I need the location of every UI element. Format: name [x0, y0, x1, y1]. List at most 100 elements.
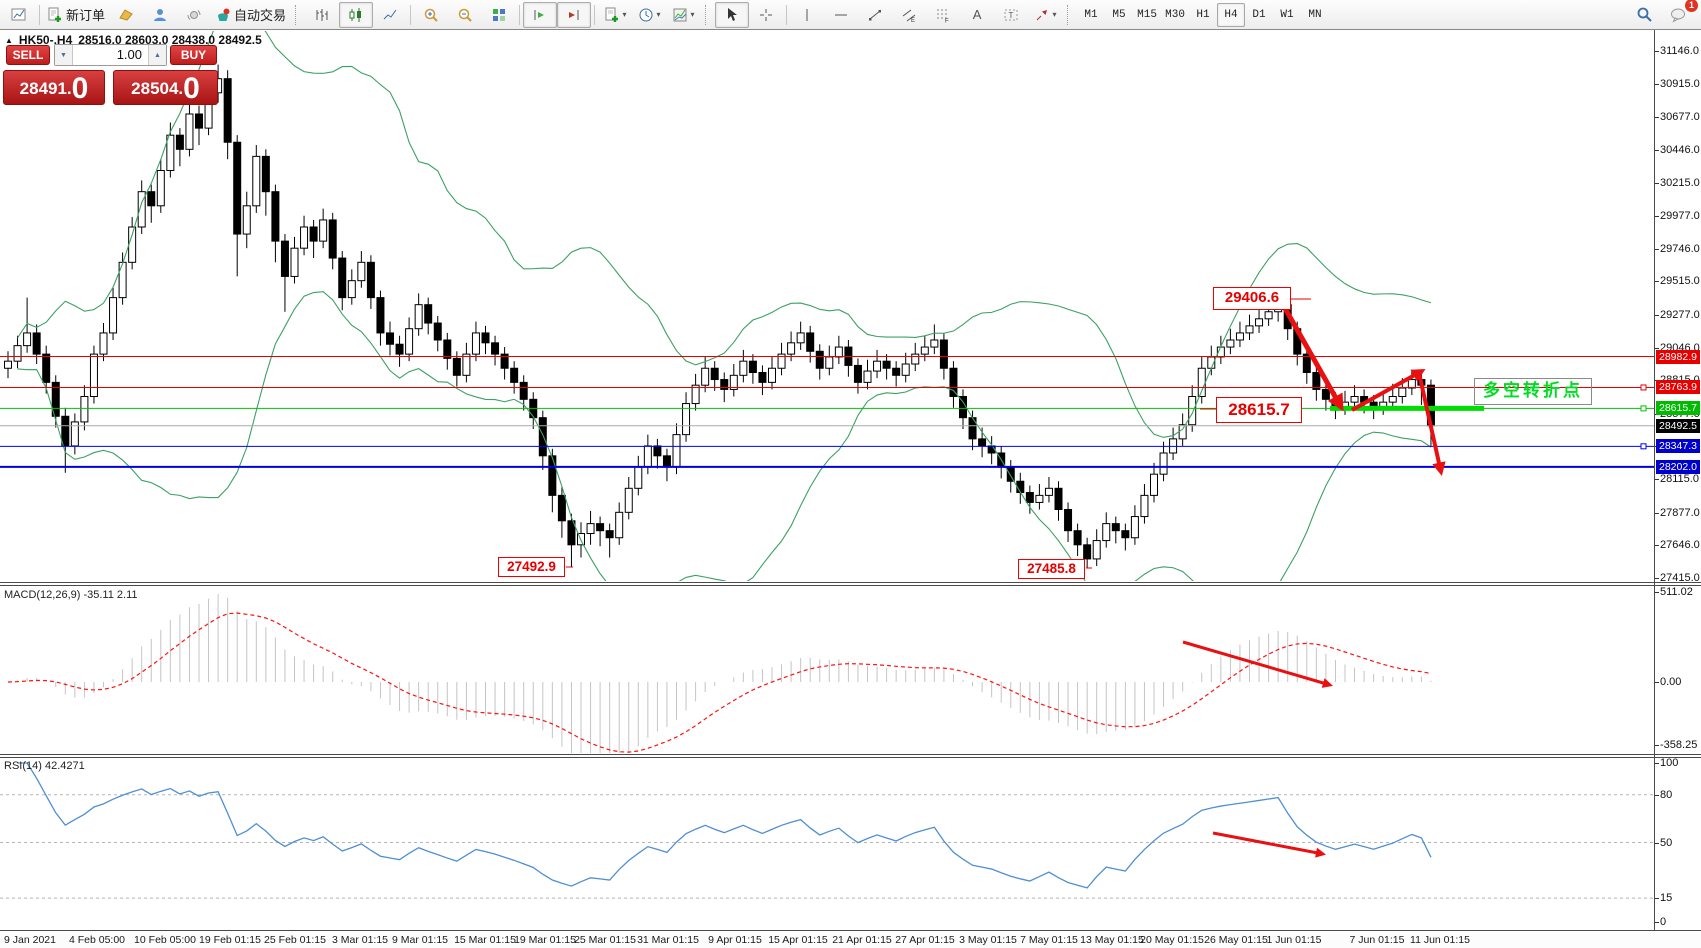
metaeditor-button[interactable]	[143, 2, 177, 28]
zoom-out-icon	[457, 7, 473, 23]
one-click-trading-panel: SELL ▼ 1.00 ▲ BUY 28491.0 28504.0	[3, 44, 218, 106]
macd-indicator-label: MACD(12,26,9) -35.11 2.11	[4, 589, 138, 601]
time-axis-label: 13 May 01:15	[1080, 934, 1144, 946]
vertical-line-icon	[799, 7, 815, 23]
price-axis-label: 31146.0	[1660, 45, 1699, 57]
templates-button[interactable]: ▾	[666, 2, 700, 28]
editor-person-icon	[152, 7, 168, 23]
axis-tick	[1655, 898, 1659, 899]
volume-value[interactable]: 1.00	[73, 45, 148, 65]
svg-text:E: E	[911, 18, 915, 23]
axis-tick	[1655, 578, 1659, 579]
drawn-arrow[interactable]	[1213, 833, 1323, 854]
panel-separator[interactable]	[0, 582, 1701, 583]
arrows-tool-icon	[1034, 7, 1050, 23]
drawn-arrow[interactable]	[1282, 303, 1341, 407]
channel-button[interactable]: E	[892, 2, 926, 28]
timeframe-button-w1[interactable]: W1	[1273, 3, 1301, 27]
time-axis-label: 15 Apr 01:15	[768, 934, 828, 946]
trendline-button[interactable]	[858, 2, 892, 28]
drawn-arrow[interactable]	[1183, 642, 1330, 685]
price-level-badge: 28615.7	[1656, 401, 1700, 415]
chart-region[interactable]: ▲ HK50-,H4 28516.0 28603.0 28438.0 28492…	[0, 0, 1701, 948]
price-axis-label: 27415.0	[1660, 572, 1700, 584]
vertical-line-button[interactable]	[790, 2, 824, 28]
axis-tick	[1655, 745, 1659, 746]
chat-bubble-icon	[1669, 6, 1687, 23]
crosshair-button[interactable]	[749, 2, 783, 28]
timeframe-button-m1[interactable]: M1	[1077, 3, 1105, 27]
rsi-axis-label: 80	[1660, 789, 1672, 801]
chart-shift-button[interactable]	[557, 2, 591, 28]
time-axis-label: 11 Jun 01:15	[1410, 934, 1470, 946]
notifications-button[interactable]: 1	[1661, 2, 1695, 28]
new-order-button[interactable]: 新订单	[43, 2, 109, 28]
dropdown-icon: ▾	[657, 10, 661, 19]
svg-text:F: F	[945, 18, 949, 23]
search-icon	[1636, 6, 1653, 23]
timeframe-button-h4[interactable]: H4	[1217, 3, 1245, 27]
buy-button[interactable]: BUY	[170, 45, 217, 65]
text-button[interactable]: A	[960, 2, 994, 28]
crosshair-icon	[758, 7, 774, 23]
time-axis-label: 21 Apr 01:15	[832, 934, 892, 946]
rsi-axis-label: 50	[1660, 837, 1672, 849]
zoom-in-button[interactable]	[414, 2, 448, 28]
timeframe-button-m30[interactable]: M30	[1161, 3, 1189, 27]
auto-scroll-icon	[532, 7, 548, 23]
axis-tick	[1655, 183, 1659, 184]
auto-trading-button[interactable]: 自动交易	[211, 2, 290, 28]
panel-separator	[0, 757, 1701, 758]
price-annotation[interactable]: 27492.9	[498, 557, 565, 577]
fibonacci-button[interactable]: F	[926, 2, 960, 28]
candlestick-chart-button[interactable]	[339, 2, 373, 28]
price-axis-label: 28115.0	[1660, 473, 1699, 485]
horizontal-line-button[interactable]	[824, 2, 858, 28]
sell-price[interactable]: 28491.0	[3, 70, 105, 105]
timeframe-button-m15[interactable]: M15	[1133, 3, 1161, 27]
buy-price-big-digit: 0	[183, 76, 200, 102]
price-axis-label: 29515.0	[1660, 275, 1700, 287]
price-chart-canvas[interactable]	[0, 0, 1701, 948]
axis-tick	[1655, 479, 1659, 480]
auto-scroll-button[interactable]	[523, 2, 557, 28]
line-chart-button[interactable]	[373, 2, 407, 28]
indicators-button[interactable]: ▾	[598, 2, 632, 28]
time-axis-label: 20 May 01:15	[1140, 934, 1204, 946]
axis-tick	[1655, 281, 1659, 282]
price-annotation[interactable]: 27485.8	[1018, 559, 1085, 579]
volume-decrease-button[interactable]: ▼	[55, 45, 73, 65]
bar-chart-button[interactable]	[305, 2, 339, 28]
zoom-out-button[interactable]	[448, 2, 482, 28]
tile-windows-button[interactable]	[482, 2, 516, 28]
price-level-badge: 28202.0	[1656, 460, 1700, 474]
auto-trading-label: 自动交易	[234, 5, 286, 24]
text-label-icon: T	[1003, 7, 1019, 23]
sell-price-main: 28491.	[20, 79, 72, 99]
search-button[interactable]	[1627, 2, 1661, 28]
buy-price[interactable]: 28504.0	[113, 70, 218, 105]
volume-increase-button[interactable]: ▲	[148, 45, 166, 65]
panel-separator[interactable]	[0, 754, 1701, 755]
text-label-button[interactable]: T	[994, 2, 1028, 28]
new-chart-button[interactable]	[2, 2, 36, 28]
signals-button[interactable]	[177, 2, 211, 28]
price-annotation[interactable]: 29406.6	[1213, 287, 1291, 310]
timeframe-button-h1[interactable]: H1	[1189, 3, 1217, 27]
periods-button[interactable]: ▾	[632, 2, 666, 28]
text-annotation[interactable]: 多空转折点	[1474, 378, 1592, 405]
timeframe-button-mn[interactable]: MN	[1301, 3, 1329, 27]
cursor-button[interactable]	[715, 2, 749, 28]
line-chart-icon	[382, 7, 398, 23]
axis-tick	[1655, 315, 1659, 316]
price-annotation[interactable]: 28615.7	[1216, 397, 1302, 423]
timeframe-button-m5[interactable]: M5	[1105, 3, 1133, 27]
auto-trading-icon	[215, 7, 231, 23]
arrows-tool-button[interactable]: ▾	[1028, 2, 1062, 28]
volume-stepper[interactable]: ▼ 1.00 ▲	[54, 44, 167, 66]
timeframe-button-d1[interactable]: D1	[1245, 3, 1273, 27]
history-center-button[interactable]	[109, 2, 143, 28]
sell-button[interactable]: SELL	[6, 45, 50, 65]
rsi-indicator-label: RSI(14) 42.4271	[4, 760, 85, 772]
macd-axis-label: -358.25	[1660, 739, 1697, 751]
